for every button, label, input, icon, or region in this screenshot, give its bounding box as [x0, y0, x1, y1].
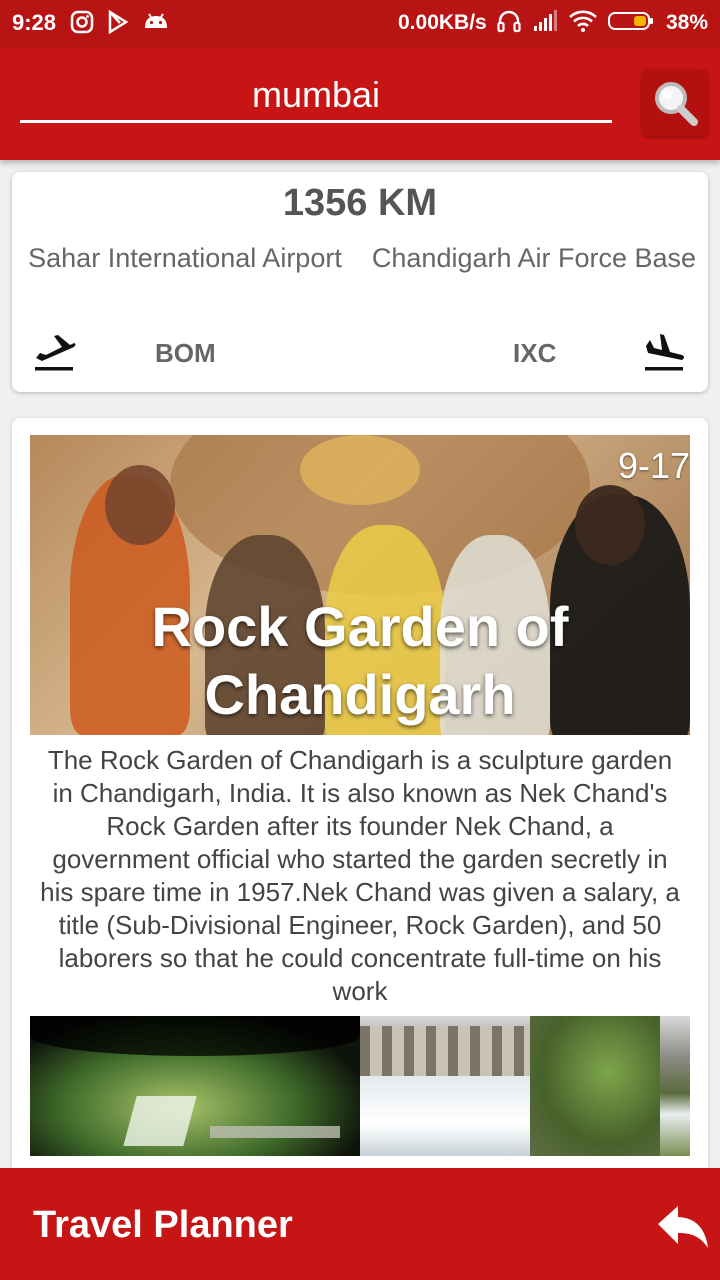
origin-airport-name: Sahar International Airport: [28, 243, 342, 273]
search-icon: [655, 82, 698, 126]
origin-code: BOM: [155, 338, 216, 368]
destination-code: IXC: [513, 338, 557, 368]
bottom-bar: Travel Planner: [0, 1168, 720, 1280]
wifi-icon: [569, 10, 597, 32]
instagram-icon: [70, 10, 94, 34]
app-bar: [0, 48, 720, 160]
gallery-image-waterfall[interactable]: [360, 1016, 690, 1156]
search-input[interactable]: [20, 70, 612, 123]
status-time: 9:28: [12, 10, 57, 35]
place-card[interactable]: 9-17 Rock Garden of Chandigarh The Rock …: [12, 418, 708, 1178]
network-speed: 0.00KB/s: [398, 11, 487, 34]
distance-value: 1356 KM: [282, 182, 438, 224]
android-icon: [145, 13, 167, 28]
battery-percent: 38%: [666, 11, 709, 34]
place-description: The Rock Garden of Chandigarh is a sculp…: [40, 745, 680, 1006]
reply-arrow-icon[interactable]: [654, 1204, 710, 1250]
flight-takeoff-icon: [35, 335, 76, 371]
notification-icons: [70, 10, 170, 34]
headphones-icon: [497, 10, 521, 33]
image-counter: 9-17: [617, 445, 690, 486]
place-hero-image[interactable]: 9-17 Rock Garden of Chandigarh: [30, 435, 690, 735]
status-bar: 9:28 0.00KB/s 38%: [0, 0, 720, 48]
play-store-icon: [108, 10, 129, 34]
gallery-image-cave[interactable]: [30, 1016, 360, 1156]
search-button[interactable]: [642, 70, 708, 136]
place-title: Rock Garden of Chandigarh: [151, 595, 569, 726]
destination-airport-name: Chandigarh Air Force Base: [371, 243, 697, 273]
place-gallery: [30, 1016, 690, 1156]
flight-land-icon: [645, 334, 684, 371]
signal-icon: [534, 10, 557, 31]
battery-icon: [608, 12, 653, 30]
app-title: Travel Planner: [33, 1204, 293, 1246]
route-card: 1356 KM Sahar International Airport Chan…: [12, 172, 708, 392]
system-icons: [496, 8, 653, 34]
